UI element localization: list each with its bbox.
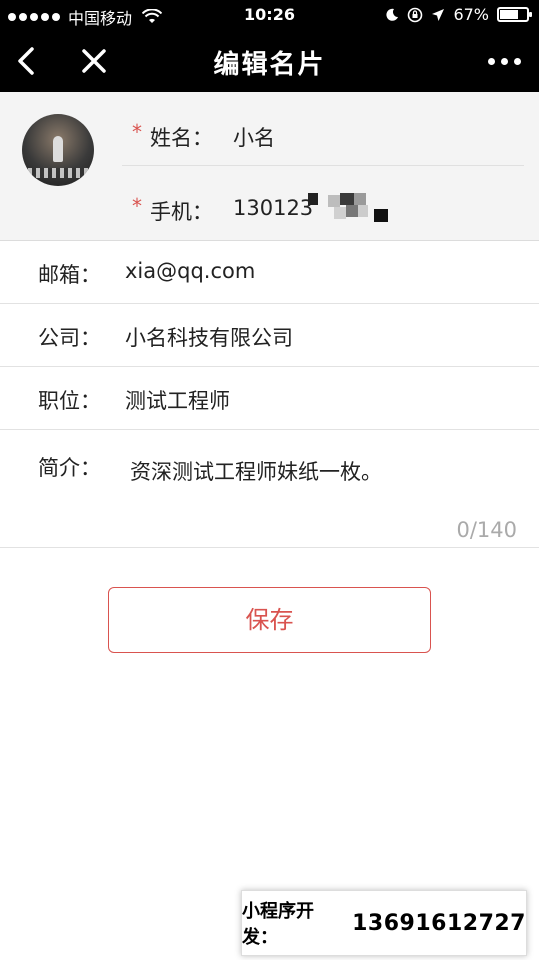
required-mark: * xyxy=(132,194,142,218)
location-arrow-icon xyxy=(432,8,445,21)
intro-textarea[interactable]: 资深测试工程师妹纸一枚。 xyxy=(130,456,382,486)
position-row[interactable]: 职位： 测试工程师 xyxy=(0,367,539,430)
promo-phone: 13691612727 xyxy=(352,910,526,936)
name-row[interactable]: * 姓名： 小名 xyxy=(122,92,524,166)
phone-mosaic xyxy=(308,183,394,233)
email-field[interactable]: xia@qq.com xyxy=(125,259,255,283)
phone-label: 手机： xyxy=(150,200,213,224)
more-dots-icon[interactable] xyxy=(488,58,521,65)
status-right: 67% xyxy=(385,5,532,24)
intro-char-counter: 0/140 xyxy=(456,518,517,542)
save-button[interactable]: 保存 xyxy=(108,587,431,653)
rotation-lock-icon xyxy=(408,7,423,22)
promo-banner: 小程序开发： 13691612727 xyxy=(241,890,527,956)
promo-label: 小程序开发： xyxy=(242,901,314,948)
page-title: 编辑名片 xyxy=(213,50,326,80)
status-bar: 中国移动 10:26 67% xyxy=(0,0,539,30)
position-label: 职位： xyxy=(38,389,101,413)
avatar[interactable] xyxy=(22,114,94,186)
phone-row[interactable]: * 手机： 130123 xyxy=(122,166,524,240)
phone-value[interactable]: 130123 xyxy=(233,196,313,220)
battery-percent: 67% xyxy=(453,5,489,24)
position-field[interactable]: 测试工程师 xyxy=(125,385,230,415)
battery-icon xyxy=(497,7,532,22)
intro-row[interactable]: 简介： 资深测试工程师妹纸一枚。 0/140 xyxy=(0,430,539,548)
email-row[interactable]: 邮箱： xia@qq.com xyxy=(0,241,539,304)
nav-bar: 编辑名片 xyxy=(0,30,539,92)
name-value[interactable]: 小名 xyxy=(233,122,275,152)
moon-icon xyxy=(386,8,399,21)
intro-label: 简介： xyxy=(38,456,101,480)
company-row[interactable]: 公司： 小名科技有限公司 xyxy=(0,304,539,367)
edit-card-page: 中国移动 10:26 67% 编辑名片 * 姓名： 小名 * 手机： 13012… xyxy=(0,0,539,960)
profile-header: * 姓名： 小名 * 手机： 130123 xyxy=(0,92,539,241)
company-label: 公司： xyxy=(38,326,101,350)
name-label: 姓名： xyxy=(150,126,213,150)
email-label: 邮箱： xyxy=(38,263,101,287)
company-field[interactable]: 小名科技有限公司 xyxy=(125,322,293,352)
required-mark: * xyxy=(132,120,142,144)
